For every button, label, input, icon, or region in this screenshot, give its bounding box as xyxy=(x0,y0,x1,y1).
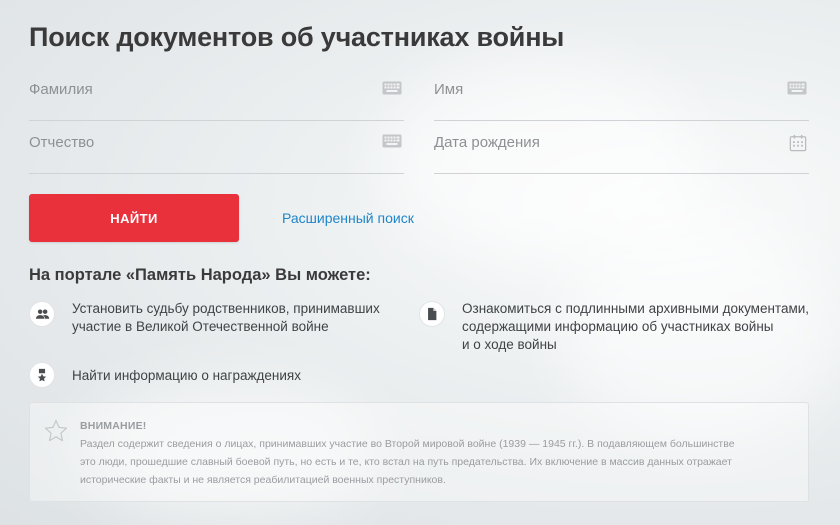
people-icon xyxy=(29,301,55,327)
feature-line: и о ходе войны xyxy=(462,337,557,352)
features-heading: На портале «Память Народа» Вы можете: xyxy=(29,266,371,284)
search-page: Поиск документов об участниках войны Фам… xyxy=(0,0,840,525)
name-placeholder: Имя xyxy=(434,81,464,98)
star-icon xyxy=(44,419,68,442)
patronymic-placeholder: Отчество xyxy=(29,134,95,151)
keyboard-icon[interactable] xyxy=(382,133,402,149)
birthdate-placeholder: Дата рождения xyxy=(434,134,540,151)
medal-icon xyxy=(29,362,55,388)
surname-field[interactable]: Фамилия xyxy=(29,67,404,121)
name-field[interactable]: Имя xyxy=(434,67,809,121)
feature-line: участие в Великой Отечественной войне xyxy=(72,319,329,334)
feature-item-archives: Ознакомиться с подлинными архивными доку… xyxy=(419,300,809,354)
feature-item-awards: Найти информацию о награждениях xyxy=(29,361,301,388)
notice-box: ВНИМАНИЕ! Раздел содержит сведения о лиц… xyxy=(29,402,809,502)
birthdate-field[interactable]: Дата рождения xyxy=(434,120,809,174)
calendar-icon[interactable] xyxy=(789,134,807,152)
page-title: Поиск документов об участниках войны xyxy=(29,22,565,52)
feature-line: Найти информацию о награждениях xyxy=(72,368,301,383)
feature-line: Ознакомиться с подлинными архивными доку… xyxy=(462,301,810,316)
notice-line: исторические факты и не является реабили… xyxy=(80,474,446,486)
notice-line: это люди, прошедшие славный боевой путь,… xyxy=(80,456,732,468)
feature-line: Установить судьбу родственников, принима… xyxy=(72,301,380,316)
feature-line: содержащими информацию об участниках вой… xyxy=(462,319,774,334)
feature-item-relatives: Установить судьбу родственников, принима… xyxy=(29,300,380,336)
patronymic-field[interactable]: Отчество xyxy=(29,120,404,174)
document-icon xyxy=(419,301,445,327)
notice-line: Раздел содержит сведения о лицах, приним… xyxy=(80,438,735,450)
keyboard-icon[interactable] xyxy=(787,80,807,96)
search-button[interactable]: НАЙТИ xyxy=(29,194,239,242)
surname-placeholder: Фамилия xyxy=(29,81,93,98)
advanced-search-link[interactable]: Расширенный поиск xyxy=(282,210,414,226)
keyboard-icon[interactable] xyxy=(382,80,402,96)
notice-title: ВНИМАНИЕ! xyxy=(80,420,147,432)
